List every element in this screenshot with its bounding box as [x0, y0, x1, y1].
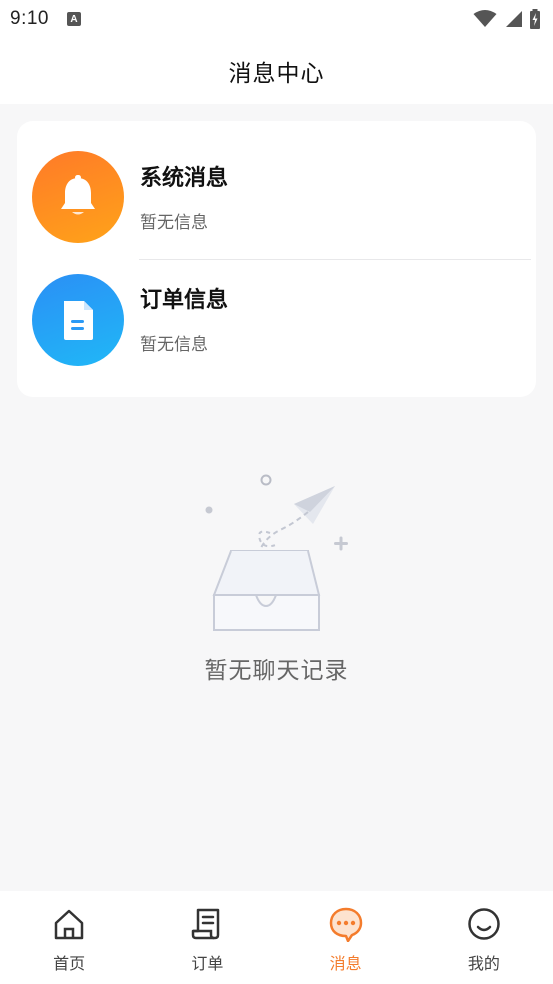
wifi-icon [473, 10, 497, 27]
status-right [473, 9, 541, 29]
tab-home-label: 首页 [53, 954, 86, 973]
system-message-title: 系统消息 [140, 166, 229, 191]
bell-icon [61, 175, 95, 215]
tab-orders-label: 订单 [191, 954, 224, 973]
empty-inbox-paper-plane-icon [198, 468, 358, 638]
tab-profile-label: 我的 [467, 954, 500, 973]
tab-home[interactable]: 首页 [0, 891, 138, 984]
bottom-tabbar: 首页 订单 消息 我的 [0, 891, 553, 984]
tab-messages[interactable]: 消息 [277, 891, 415, 984]
header: 消息中心 [0, 38, 553, 104]
tab-orders[interactable]: 订单 [138, 891, 276, 984]
profile-smile-icon [466, 906, 502, 942]
order-message-title: 订单信息 [140, 288, 229, 313]
empty-state-text: 暂无聊天记录 [204, 658, 349, 684]
system-message-avatar [32, 151, 124, 243]
order-message-avatar [32, 274, 124, 366]
page-title: 消息中心 [228, 61, 325, 87]
tab-messages-label: 消息 [329, 954, 362, 973]
document-icon [64, 301, 93, 340]
order-message-subtitle: 暂无信息 [140, 335, 208, 355]
message-card: 系统消息 暂无信息 订单信息 暂无信息 [17, 121, 536, 397]
a-notification-icon: A [66, 12, 81, 26]
system-message-item[interactable]: 系统消息 暂无信息 [17, 121, 536, 244]
system-message-subtitle: 暂无信息 [140, 213, 208, 233]
battery-charging-icon [530, 9, 540, 29]
tab-profile[interactable]: 我的 [415, 891, 553, 984]
message-icon [328, 906, 364, 942]
home-icon [51, 906, 87, 942]
status-left: 9:10 A [10, 8, 81, 30]
order-icon [189, 906, 225, 942]
status-time: 9:10 [10, 8, 49, 29]
order-message-item[interactable]: 订单信息 暂无信息 [17, 260, 536, 383]
status-bar: 9:10 A [0, 0, 553, 38]
signal-icon [506, 11, 522, 27]
